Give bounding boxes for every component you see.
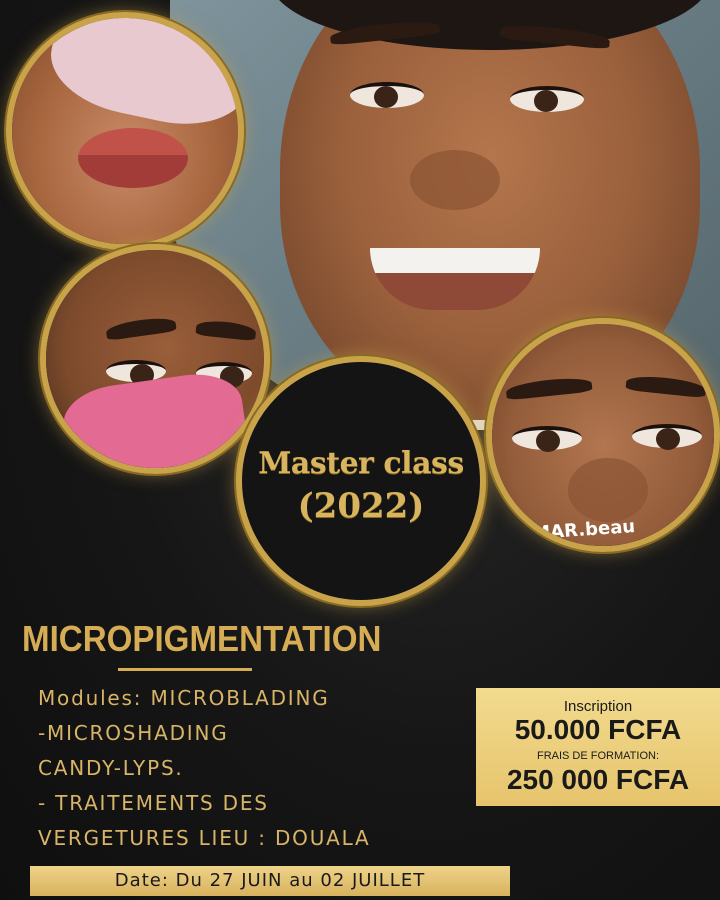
- eye-shape: [512, 426, 582, 452]
- heading-underline: [118, 668, 252, 671]
- left-eye-shape: [350, 82, 424, 108]
- eyes-photo-circle: EMAR.beau: [486, 318, 720, 552]
- modules-line: - TRAITEMENTS DES: [38, 791, 269, 815]
- lips-shape: [78, 128, 188, 188]
- modules-line: VERGETURES LIEU : DOUALA: [38, 826, 371, 850]
- modules-line: CANDY-LYPS.: [38, 756, 184, 780]
- formation-value: 250 000 FCFA: [506, 764, 690, 795]
- master-class-title: Master class: [258, 446, 464, 481]
- nose-shape: [410, 150, 500, 210]
- nose-shape: [568, 458, 648, 522]
- date-bar: Date: Du 27 JUIN au 02 JUILLET: [30, 866, 510, 896]
- poster: EMAR.beau Master class (2022) MICROPIGME…: [0, 0, 720, 900]
- master-class-year: (2022): [297, 486, 425, 526]
- page-heading: MICROPIGMENTATION: [22, 618, 382, 659]
- brows-photo-circle: [40, 244, 270, 474]
- price-box: Inscription 50.000 FCFA FRAIS DE FORMATI…: [476, 688, 720, 806]
- right-eye-shape: [510, 86, 584, 112]
- formation-label: FRAIS DE FORMATION:: [536, 750, 660, 762]
- modules-list: Modules: MICROBLADING -MICROSHADING CAND…: [38, 681, 438, 856]
- master-class-badge: Master class (2022): [236, 356, 486, 606]
- inscription-value: 50.000 FCFA: [514, 714, 682, 745]
- inscription-label: Inscription: [563, 698, 633, 715]
- lips-photo-circle: [6, 12, 244, 250]
- modules-line: Modules: MICROBLADING: [38, 686, 330, 710]
- eye-shape: [632, 424, 702, 450]
- modules-line: -MICROSHADING: [38, 721, 229, 745]
